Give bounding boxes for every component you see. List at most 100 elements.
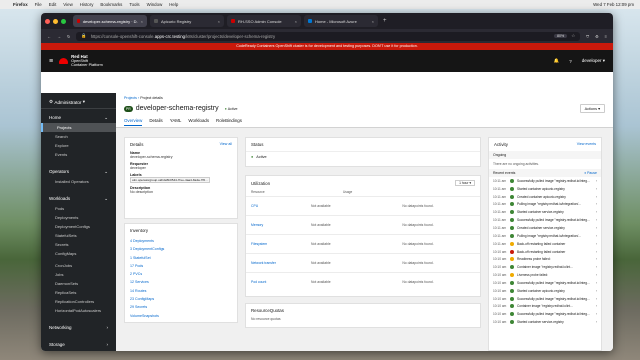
user-menu[interactable]: developer ▾ xyxy=(582,58,605,64)
notifications-bell-icon[interactable]: 🔔 xyxy=(554,58,560,64)
close-tab-icon[interactable]: × xyxy=(218,19,220,24)
nav-item-configmaps[interactable]: ConfigMaps xyxy=(41,249,116,258)
menu-icon[interactable]: ≡ xyxy=(605,34,607,39)
event-row[interactable]: 10:10 am Successfully pulled image "regis… xyxy=(489,279,601,287)
nav-item-search[interactable]: Search xyxy=(41,132,116,141)
menu-view[interactable]: View xyxy=(63,2,72,7)
url-bar[interactable]: 🔒 https://console-openshift-console.apps… xyxy=(76,31,581,41)
event-row[interactable]: 10:11 am Created container apicurio-regis… xyxy=(489,193,601,201)
nav-item-replicationcontrollers[interactable]: ReplicationControllers xyxy=(41,297,116,306)
nav-section-networking-header[interactable]: Networking › xyxy=(41,323,116,332)
close-tab-icon[interactable]: × xyxy=(295,19,297,24)
zoom-window-button[interactable] xyxy=(61,18,66,24)
inventory-configmaps[interactable]: 23 ConfigMaps xyxy=(130,295,232,303)
nav-item-statefulsets[interactable]: StatefulSets xyxy=(41,231,116,240)
close-window-button[interactable] xyxy=(45,18,50,24)
nav-item-hpa[interactable]: HorizontalPodAutoscalers xyxy=(41,306,116,315)
label-chip[interactable]: olm.operatorgroup.uid/da5b0544-f7ee-4aa4… xyxy=(130,177,210,183)
event-row[interactable]: 10:10 am Readiness probe failed: › xyxy=(489,255,601,263)
help-icon[interactable]: ? xyxy=(569,59,572,64)
event-row[interactable]: 10:11 am Back-off restarting failed conta… xyxy=(489,240,601,248)
tab-workloads[interactable]: Workloads xyxy=(188,118,209,126)
pause-button[interactable]: ⏸ Pause xyxy=(584,171,597,175)
menu-window[interactable]: Window xyxy=(147,2,163,7)
perspective-switcher[interactable]: ⚙ Administrator ▾ xyxy=(41,96,116,109)
menu-help[interactable]: Help xyxy=(169,2,178,7)
browser-tab-2[interactable]: RH-SSO Admin Console × xyxy=(227,15,301,27)
clock[interactable]: Wed 7 Feb 12:09 pm xyxy=(593,2,634,7)
menu-file[interactable]: File xyxy=(35,2,42,7)
tab-yaml[interactable]: YAML xyxy=(170,118,182,126)
hamburger-menu-icon[interactable]: ≡ xyxy=(49,58,53,65)
nav-item-deployments[interactable]: Deployments xyxy=(41,213,116,222)
nav-section-workloads-header[interactable]: Workloads ⌄ xyxy=(41,194,116,204)
back-icon[interactable]: ← xyxy=(47,34,51,39)
event-row[interactable]: 10:11 am Successfully pulled image "regis… xyxy=(489,216,601,224)
util-name[interactable]: Network transfer xyxy=(251,261,311,265)
new-tab-icon[interactable]: + xyxy=(383,18,387,24)
util-name[interactable]: Pod count xyxy=(251,280,311,284)
reload-icon[interactable]: ↻ xyxy=(67,34,70,39)
nav-item-cronjobs[interactable]: CronJobs xyxy=(41,261,116,270)
tab-details[interactable]: Details xyxy=(149,118,162,126)
event-row[interactable]: 10:10 am Successfully pulled image "regis… xyxy=(489,310,601,318)
actions-dropdown[interactable]: Actions ▾ xyxy=(579,104,605,113)
nav-item-deploymentconfigs[interactable]: DeploymentConfigs xyxy=(41,222,116,231)
browser-tab-0[interactable]: developer-schema-registry · D. × xyxy=(73,15,147,27)
tab-rolebindings[interactable]: RoleBindings xyxy=(216,118,242,126)
nav-section-operators-header[interactable]: Operators ⌄ xyxy=(41,167,116,177)
inventory-pods[interactable]: 17 Pods xyxy=(130,262,232,270)
nav-item-daemonsets[interactable]: DaemonSets xyxy=(41,279,116,288)
event-row[interactable]: 10:10 am Back-off restarting failed conta… xyxy=(489,248,601,256)
event-row[interactable]: 10:11 am Started container apicurio-regis… xyxy=(489,185,601,193)
inventory-pvcs[interactable]: 2 PVCs xyxy=(130,270,232,278)
nav-section-home-header[interactable]: Home ⌄ xyxy=(41,113,116,123)
nav-item-jobs[interactable]: Jobs xyxy=(41,270,116,279)
event-row[interactable]: 10:11 am Pulling image "registry.redhat.i… xyxy=(489,201,601,209)
nav-item-replicasets[interactable]: ReplicaSets xyxy=(41,288,116,297)
shield-icon[interactable]: ⛉ xyxy=(586,34,589,39)
event-row[interactable]: 10:10 am Successfully pulled image "regis… xyxy=(489,295,601,303)
breadcrumb-projects[interactable]: Projects xyxy=(124,96,137,100)
inventory-deploymentconfigs[interactable]: 3 DeploymentConfigs xyxy=(130,245,232,253)
browser-tab-1[interactable]: Apicurio Registry × xyxy=(150,15,224,27)
nav-item-projects[interactable]: Projects xyxy=(41,123,116,132)
nav-item-events[interactable]: Events xyxy=(41,150,116,159)
forward-icon[interactable]: → xyxy=(57,34,61,39)
event-row[interactable]: 10:10 am Liveness probe failed: › xyxy=(489,271,601,279)
inventory-services[interactable]: 12 Services xyxy=(130,278,232,286)
menubar-app[interactable]: Firefox xyxy=(13,2,28,7)
inventory-volumesnapshots[interactable]: VolumeSnapshots xyxy=(130,312,232,320)
nav-section-storage-header[interactable]: Storage › xyxy=(41,340,116,349)
openshift-logo[interactable]: Red Hat OpenShift Container Platform xyxy=(59,54,103,67)
event-row[interactable]: 10:11 am Successfully pulled image "regis… xyxy=(489,177,601,185)
util-name[interactable]: Filesystem xyxy=(251,242,311,246)
inventory-statefulsets[interactable]: 1 StatefulSet xyxy=(130,254,232,262)
event-row[interactable]: 10:11 am Started container service-regist… xyxy=(489,208,601,216)
zoom-indicator[interactable]: 80% xyxy=(554,34,568,38)
event-row[interactable]: 10:11 am Created container service-regist… xyxy=(489,224,601,232)
time-range-dropdown[interactable]: 1 hour ▾ xyxy=(455,180,475,186)
tab-overview[interactable]: Overview xyxy=(124,118,143,126)
menu-bookmarks[interactable]: Bookmarks xyxy=(100,2,122,7)
inventory-routes[interactable]: 14 Routes xyxy=(130,287,232,295)
util-name[interactable]: CPU xyxy=(251,204,311,208)
event-row[interactable]: 10:11 am Pulling image "registry.redhat.i… xyxy=(489,232,601,240)
event-row[interactable]: 10:10 am Container image "registry.redhat… xyxy=(489,303,601,311)
browser-tab-3[interactable]: Home - Microsoft Azure × xyxy=(304,15,378,27)
event-row[interactable]: 10:10 am Started container apicurio-regis… xyxy=(489,287,601,295)
nav-item-explore[interactable]: Explore xyxy=(41,141,116,150)
inventory-deployments[interactable]: 4 Deployments xyxy=(130,237,232,245)
menu-edit[interactable]: Edit xyxy=(49,2,57,7)
event-row[interactable]: 10:10 am Started container service-regist… xyxy=(489,318,601,326)
close-tab-icon[interactable]: × xyxy=(141,19,143,24)
bookmark-star-icon[interactable]: ☆ xyxy=(571,33,575,39)
close-tab-icon[interactable]: × xyxy=(372,19,374,24)
event-row[interactable]: 10:10 am Container image "registry.redhat… xyxy=(489,263,601,271)
menu-tools[interactable]: Tools xyxy=(129,2,139,7)
util-name[interactable]: Memory xyxy=(251,223,311,227)
inventory-secrets[interactable]: 29 Secrets xyxy=(130,303,232,311)
minimize-window-button[interactable] xyxy=(53,18,58,24)
details-view-all-link[interactable]: View all xyxy=(220,142,232,147)
nav-item-installed-operators[interactable]: Installed Operators xyxy=(41,177,116,186)
